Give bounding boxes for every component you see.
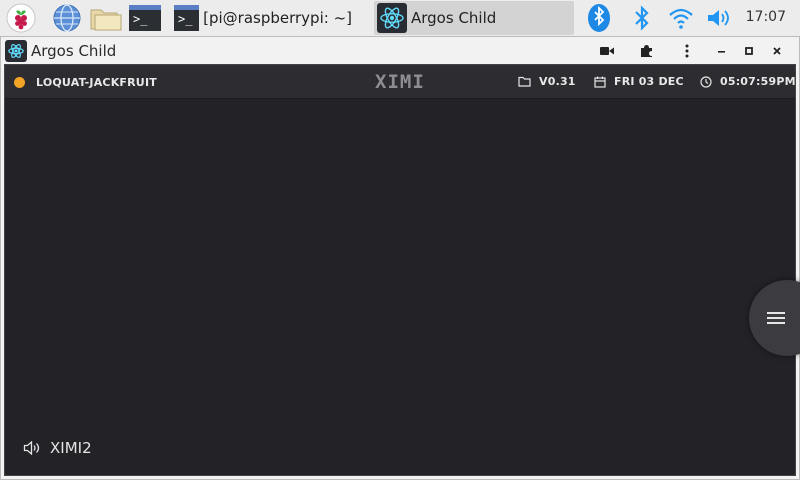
device-name: LOQUAT-JACKFRUIT bbox=[36, 76, 157, 89]
version-label: V0.31 bbox=[539, 75, 576, 88]
ximi-logo: XIMI bbox=[375, 71, 425, 93]
taskbar-task-terminal[interactable]: >_ [pi@raspberrypi: ~] bbox=[174, 1, 352, 35]
terminal-launcher[interactable]: >_ bbox=[128, 2, 162, 34]
video-camera-icon bbox=[600, 46, 614, 55]
puzzle-icon bbox=[641, 44, 652, 57]
taskbar: >_ >_ [pi@raspberrypi: ~] Argos Child 17… bbox=[0, 0, 800, 36]
speaker-icon bbox=[708, 10, 729, 26]
taskbar-task-argos-child[interactable]: Argos Child bbox=[374, 1, 574, 35]
maximize-button[interactable] bbox=[735, 37, 763, 64]
date-label: FRI 03 DEC bbox=[614, 75, 684, 88]
close-button[interactable] bbox=[763, 37, 791, 64]
web-browser-launcher[interactable] bbox=[50, 2, 84, 34]
taskbar-task-label: [pi@raspberrypi: ~] bbox=[203, 9, 352, 27]
raspberry-icon bbox=[6, 3, 36, 33]
calendar-icon bbox=[594, 76, 606, 88]
folder-icon bbox=[90, 9, 122, 31]
more-menu-button[interactable] bbox=[673, 37, 701, 64]
window-title: Argos Child bbox=[31, 41, 117, 60]
audio-source-indicator[interactable]: XIMI2 bbox=[23, 439, 92, 457]
wifi-icon bbox=[669, 8, 693, 29]
app-window: Argos Child LOQUAT-JACKFRUIT XIMI V0.31 … bbox=[0, 36, 800, 480]
audio-source-label: XIMI2 bbox=[50, 439, 92, 457]
bluetooth-tray-button[interactable] bbox=[628, 2, 656, 34]
status-indicator bbox=[14, 77, 25, 88]
terminal-icon: >_ bbox=[129, 5, 161, 31]
time-info: 05:07:59PM bbox=[700, 75, 796, 88]
app-header: LOQUAT-JACKFRUIT XIMI V0.31 FRI 03 DEC 0… bbox=[5, 65, 796, 99]
close-icon bbox=[773, 46, 781, 55]
volume-tray-button[interactable] bbox=[704, 2, 734, 34]
time-label: 05:07:59PM bbox=[720, 75, 796, 88]
version-info: V0.31 bbox=[518, 75, 576, 88]
minimize-icon bbox=[718, 50, 725, 53]
menu-fab-button[interactable] bbox=[749, 280, 800, 356]
taskbar-task-label: Argos Child bbox=[411, 9, 497, 27]
date-info: FRI 03 DEC bbox=[594, 75, 684, 88]
window-titlebar[interactable]: Argos Child bbox=[1, 37, 799, 64]
raspberry-menu-button[interactable] bbox=[4, 2, 38, 34]
bluetooth-badge[interactable] bbox=[585, 2, 613, 34]
react-icon bbox=[5, 39, 27, 62]
hamburger-icon bbox=[767, 309, 785, 327]
extensions-button[interactable] bbox=[633, 37, 661, 64]
minimize-button[interactable] bbox=[707, 37, 735, 64]
bluetooth-badge-icon bbox=[588, 4, 610, 32]
wifi-tray-button[interactable] bbox=[666, 2, 696, 34]
speaker-icon bbox=[23, 441, 40, 455]
clock-icon bbox=[700, 75, 712, 88]
taskbar-clock[interactable]: 17:07 bbox=[746, 9, 786, 25]
file-manager-launcher[interactable] bbox=[88, 2, 124, 34]
react-icon bbox=[377, 3, 407, 33]
app-content: LOQUAT-JACKFRUIT XIMI V0.31 FRI 03 DEC 0… bbox=[4, 64, 800, 476]
bluetooth-icon bbox=[635, 5, 649, 31]
terminal-icon: >_ bbox=[174, 5, 200, 31]
camera-button[interactable] bbox=[593, 37, 621, 64]
folder-icon bbox=[518, 76, 531, 87]
kebab-menu-icon bbox=[685, 44, 689, 57]
maximize-icon bbox=[745, 46, 753, 55]
globe-icon bbox=[53, 4, 81, 32]
